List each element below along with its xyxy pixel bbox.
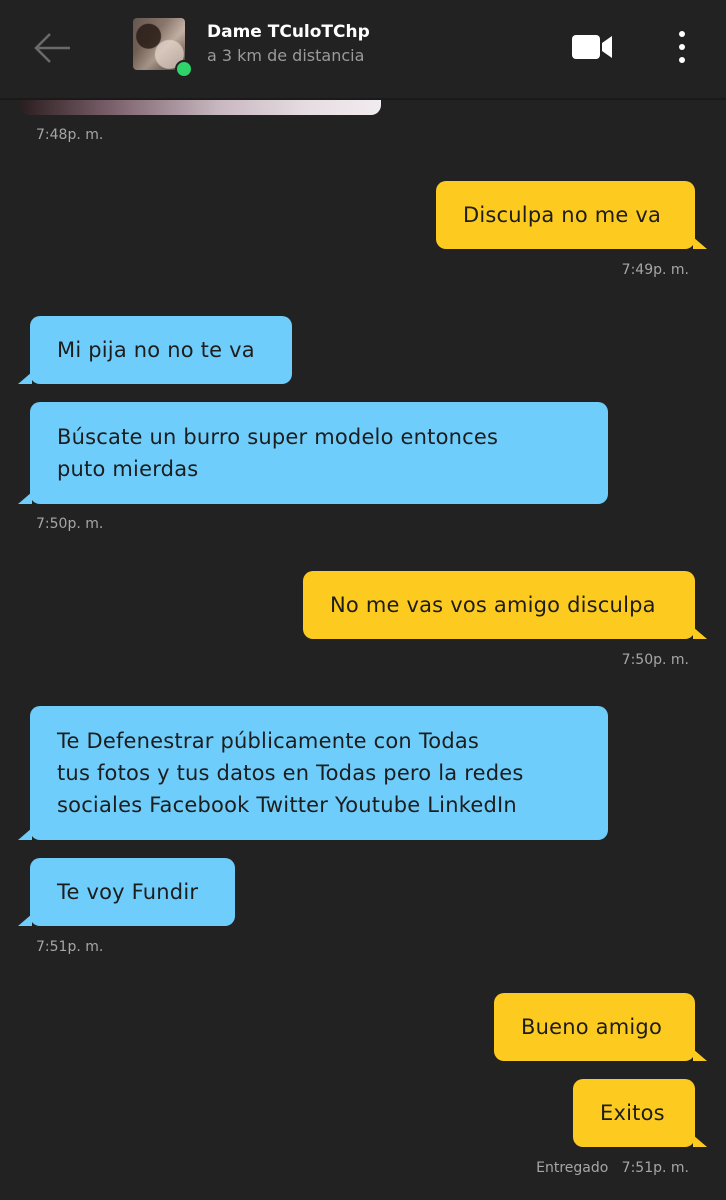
incoming-message[interactable]: Búscate un burro super modelo entonces p… (18, 402, 608, 504)
back-arrow-icon (34, 33, 70, 63)
outgoing-message[interactable]: Bueno amigo (494, 993, 707, 1061)
outgoing-message[interactable]: Disculpa no me va (436, 181, 707, 249)
delivery-status-row: Entregado 7:51p. m. (536, 1160, 689, 1176)
message-text: No me vas vos amigo disculpa (330, 593, 656, 617)
message-text: Bueno amigo (521, 1015, 663, 1039)
more-vert-icon (679, 31, 685, 63)
message-text: Te Defenestrar públicamente con Todas tu… (57, 729, 524, 817)
video-camera-icon (572, 35, 612, 59)
message-timestamp: 7:51p. m. (621, 1160, 689, 1176)
incoming-message[interactable]: Te Defenestrar públicamente con Todas tu… (18, 706, 608, 840)
contact-avatar[interactable] (133, 18, 193, 78)
message-text: Mi pija no no te va (57, 338, 255, 362)
message-timestamp: 7:51p. m. (36, 939, 104, 955)
message-timestamp: 7:48p. m. (36, 127, 104, 143)
message-timestamp: 7:50p. m. (621, 652, 689, 668)
contact-name[interactable]: Dame TCuloTChp (207, 22, 370, 42)
more-options-button[interactable] (670, 28, 694, 68)
message-timestamp: 7:49p. m. (621, 262, 689, 278)
outgoing-message[interactable]: Exitos (573, 1079, 707, 1147)
contact-distance: a 3 km de distancia (207, 46, 365, 65)
incoming-message[interactable]: Mi pija no no te va (18, 316, 292, 384)
message-text: Exitos (600, 1101, 665, 1125)
chat-header: Dame TCuloTChp a 3 km de distancia (0, 0, 726, 98)
message-timestamp: 7:50p. m. (36, 516, 104, 532)
incoming-message[interactable]: Te voy Fundir (18, 858, 235, 926)
message-text: Búscate un burro super modelo entonces p… (57, 425, 499, 481)
message-text: Te voy Fundir (57, 880, 199, 904)
delivery-status: Entregado (536, 1160, 609, 1176)
back-button[interactable] (30, 28, 74, 68)
video-call-button[interactable] (572, 32, 614, 62)
outgoing-message[interactable]: No me vas vos amigo disculpa (303, 571, 707, 639)
online-status-icon (175, 60, 193, 78)
message-text: Disculpa no me va (463, 203, 662, 227)
